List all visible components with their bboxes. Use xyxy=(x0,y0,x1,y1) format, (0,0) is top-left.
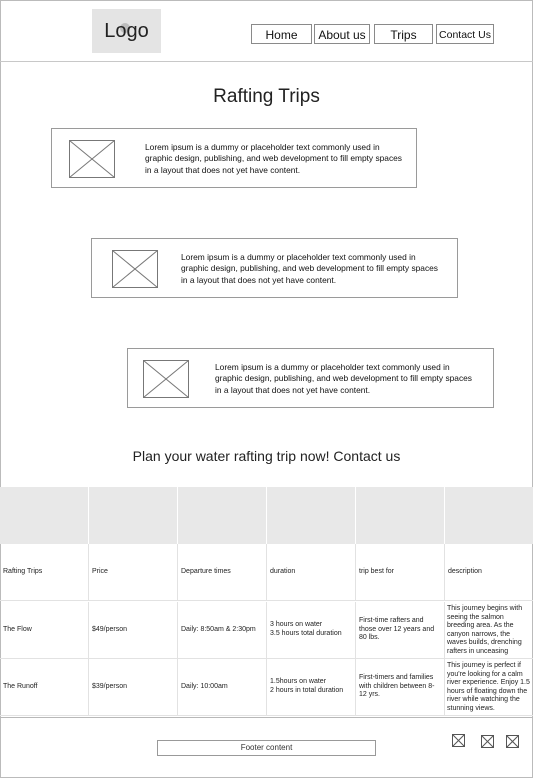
column-label: description xyxy=(448,567,482,575)
nav-home-button[interactable]: Home xyxy=(251,24,312,44)
logo[interactable]: Logo xyxy=(92,9,161,53)
table-cell: 3 hours on water 3.5 hours total duratio… xyxy=(270,621,342,637)
image-placeholder-icon xyxy=(69,140,115,178)
trip-card: Lorem ipsum is a dummy or placeholder te… xyxy=(127,348,494,408)
table-cell: This journey is perfect if you're lookin… xyxy=(447,662,530,712)
image-placeholder-icon[interactable] xyxy=(452,734,465,747)
nav-about-button[interactable]: About us xyxy=(314,24,370,44)
nav-contact-button[interactable]: Contact Us xyxy=(436,24,494,44)
nav-trips-button[interactable]: Trips xyxy=(374,24,433,44)
image-placeholder-icon[interactable] xyxy=(481,735,494,748)
trip-card-text: Lorem ipsum is a dummy or placeholder te… xyxy=(145,142,402,175)
table-header-cell xyxy=(267,487,356,544)
table-header-cell xyxy=(0,487,89,544)
table-header-cell xyxy=(445,487,533,544)
table-cell: $49/person xyxy=(92,625,128,633)
logo-text: Logo xyxy=(104,20,149,42)
table-header-cell xyxy=(178,487,267,544)
table-cell: 1.5hours on water 2 hours in total durat… xyxy=(270,678,344,694)
table-cell: First-timers and families with children … xyxy=(359,674,435,699)
table-cell: First-time rafters and those over 12 yea… xyxy=(359,617,435,642)
contact-cta[interactable]: Plan your water rafting trip now! Contac… xyxy=(0,448,533,464)
site-footer: Footer content xyxy=(0,717,533,779)
image-placeholder-icon[interactable] xyxy=(506,735,519,748)
table-cell: $39/person xyxy=(92,682,128,690)
column-label: trip best for xyxy=(359,567,395,575)
footer-content: Footer content xyxy=(157,740,376,756)
image-placeholder-icon xyxy=(112,250,158,288)
table-cell: Daily: 10:00am xyxy=(181,682,228,690)
page-title: Rafting Trips xyxy=(213,86,320,107)
table-header-cell xyxy=(356,487,445,544)
column-label: Departure times xyxy=(181,567,231,575)
column-label: Rafting Trips xyxy=(3,567,43,575)
trip-card-text: Lorem ipsum is a dummy or placeholder te… xyxy=(181,252,438,285)
image-placeholder-icon xyxy=(143,360,189,398)
table-header-cell xyxy=(89,487,178,544)
table-cell: Daily: 8:50am & 2:30pm xyxy=(181,625,256,633)
column-label: duration xyxy=(270,567,296,575)
trip-card: Lorem ipsum is a dummy or placeholder te… xyxy=(91,238,458,298)
trip-card-text: Lorem ipsum is a dummy or placeholder te… xyxy=(215,362,472,395)
column-label: Price xyxy=(92,567,108,575)
site-header: Logo Home About us Trips Contact Us xyxy=(0,0,533,62)
trip-card: Lorem ipsum is a dummy or placeholder te… xyxy=(51,128,417,188)
table-cell: The Runoff xyxy=(3,682,38,690)
table-cell: This journey begins with seeing the salm… xyxy=(447,605,523,655)
table-cell: The Flow xyxy=(3,625,32,633)
